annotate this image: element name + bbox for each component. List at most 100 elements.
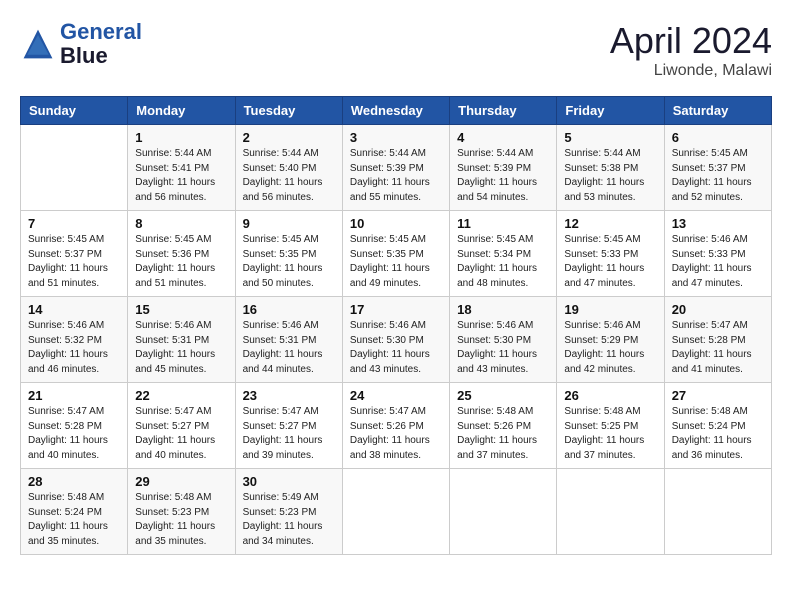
col-header-saturday: Saturday	[664, 97, 771, 125]
day-number: 23	[243, 388, 335, 403]
day-detail: Sunrise: 5:45 AM Sunset: 5:35 PM Dayligh…	[350, 233, 442, 291]
month-title: April 2024	[610, 20, 772, 62]
logo: General Blue	[20, 20, 142, 68]
calendar-cell	[450, 469, 557, 555]
day-number: 24	[350, 388, 442, 403]
calendar-cell	[21, 125, 128, 211]
day-number: 3	[350, 130, 442, 145]
day-detail: Sunrise: 5:47 AM Sunset: 5:26 PM Dayligh…	[350, 405, 442, 463]
calendar-cell: 27 Sunrise: 5:48 AM Sunset: 5:24 PM Dayli…	[664, 383, 771, 469]
week-row-5: 28 Sunrise: 5:48 AM Sunset: 5:24 PM Dayli…	[21, 469, 772, 555]
day-detail: Sunrise: 5:46 AM Sunset: 5:31 PM Dayligh…	[243, 319, 335, 377]
calendar-cell	[342, 469, 449, 555]
day-number: 27	[672, 388, 764, 403]
calendar-header-row: SundayMondayTuesdayWednesdayThursdayFrid…	[21, 97, 772, 125]
calendar-cell: 25Sunrise: 5:48 AM Sunset: 5:26 PM Dayli…	[450, 383, 557, 469]
day-number: 28	[28, 474, 120, 489]
day-number: 19	[564, 302, 656, 317]
logo-icon	[20, 26, 56, 62]
day-detail: Sunrise: 5:48 AM Sunset: 5:24 PM Dayligh…	[28, 491, 120, 549]
calendar-cell	[557, 469, 664, 555]
day-number: 15	[135, 302, 227, 317]
day-detail: Sunrise: 5:46 AM Sunset: 5:30 PM Dayligh…	[350, 319, 442, 377]
calendar-body: 1Sunrise: 5:44 AM Sunset: 5:41 PM Daylig…	[21, 125, 772, 555]
day-detail: Sunrise: 5:48 AM Sunset: 5:25 PM Dayligh…	[564, 405, 656, 463]
calendar-cell	[664, 469, 771, 555]
day-detail: Sunrise: 5:49 AM Sunset: 5:23 PM Dayligh…	[243, 491, 335, 549]
calendar-cell: 8 Sunrise: 5:45 AM Sunset: 5:36 PM Daylig…	[128, 211, 235, 297]
day-number: 18	[457, 302, 549, 317]
day-detail: Sunrise: 5:45 AM Sunset: 5:34 PM Dayligh…	[457, 233, 549, 291]
day-detail: Sunrise: 5:45 AM Sunset: 5:37 PM Dayligh…	[672, 147, 764, 205]
col-header-tuesday: Tuesday	[235, 97, 342, 125]
day-detail: Sunrise: 5:48 AM Sunset: 5:26 PM Dayligh…	[457, 405, 549, 463]
day-detail: Sunrise: 5:45 AM Sunset: 5:33 PM Dayligh…	[564, 233, 656, 291]
day-detail: Sunrise: 5:45 AM Sunset: 5:35 PM Dayligh…	[243, 233, 335, 291]
day-detail: Sunrise: 5:46 AM Sunset: 5:31 PM Dayligh…	[135, 319, 227, 377]
day-detail: Sunrise: 5:44 AM Sunset: 5:39 PM Dayligh…	[457, 147, 549, 205]
day-detail: Sunrise: 5:44 AM Sunset: 5:40 PM Dayligh…	[243, 147, 335, 205]
calendar-cell: 19 Sunrise: 5:46 AM Sunset: 5:29 PM Dayli…	[557, 297, 664, 383]
calendar-cell: 20 Sunrise: 5:47 AM Sunset: 5:28 PM Dayli…	[664, 297, 771, 383]
day-detail: Sunrise: 5:45 AM Sunset: 5:36 PM Dayligh…	[135, 233, 227, 291]
col-header-thursday: Thursday	[450, 97, 557, 125]
day-number: 7	[28, 216, 120, 231]
day-detail: Sunrise: 5:47 AM Sunset: 5:27 PM Dayligh…	[135, 405, 227, 463]
day-number: 9	[243, 216, 335, 231]
day-number: 17	[350, 302, 442, 317]
calendar-cell: 12 Sunrise: 5:45 AM Sunset: 5:33 PM Dayli…	[557, 211, 664, 297]
col-header-monday: Monday	[128, 97, 235, 125]
calendar-cell: 14Sunrise: 5:46 AM Sunset: 5:32 PM Dayli…	[21, 297, 128, 383]
day-detail: Sunrise: 5:47 AM Sunset: 5:28 PM Dayligh…	[672, 319, 764, 377]
day-number: 8	[135, 216, 227, 231]
calendar-cell: 1Sunrise: 5:44 AM Sunset: 5:41 PM Daylig…	[128, 125, 235, 211]
location-subtitle: Liwonde, Malawi	[610, 62, 772, 80]
day-detail: Sunrise: 5:45 AM Sunset: 5:37 PM Dayligh…	[28, 233, 120, 291]
day-number: 6	[672, 130, 764, 145]
calendar-cell: 4Sunrise: 5:44 AM Sunset: 5:39 PM Daylig…	[450, 125, 557, 211]
calendar-cell: 22 Sunrise: 5:47 AM Sunset: 5:27 PM Dayli…	[128, 383, 235, 469]
calendar-cell: 30 Sunrise: 5:49 AM Sunset: 5:23 PM Dayli…	[235, 469, 342, 555]
calendar-cell: 29 Sunrise: 5:48 AM Sunset: 5:23 PM Dayli…	[128, 469, 235, 555]
day-detail: Sunrise: 5:48 AM Sunset: 5:23 PM Dayligh…	[135, 491, 227, 549]
day-number: 30	[243, 474, 335, 489]
calendar-cell: 3 Sunrise: 5:44 AM Sunset: 5:39 PM Daylig…	[342, 125, 449, 211]
day-detail: Sunrise: 5:48 AM Sunset: 5:24 PM Dayligh…	[672, 405, 764, 463]
calendar-cell: 26 Sunrise: 5:48 AM Sunset: 5:25 PM Dayli…	[557, 383, 664, 469]
day-detail: Sunrise: 5:47 AM Sunset: 5:28 PM Dayligh…	[28, 405, 120, 463]
calendar-cell: 17 Sunrise: 5:46 AM Sunset: 5:30 PM Dayli…	[342, 297, 449, 383]
logo-text: General Blue	[60, 20, 142, 68]
week-row-3: 14Sunrise: 5:46 AM Sunset: 5:32 PM Dayli…	[21, 297, 772, 383]
day-number: 22	[135, 388, 227, 403]
day-number: 11	[457, 216, 549, 231]
week-row-2: 7 Sunrise: 5:45 AM Sunset: 5:37 PM Daylig…	[21, 211, 772, 297]
calendar-cell: 18 Sunrise: 5:46 AM Sunset: 5:30 PM Dayli…	[450, 297, 557, 383]
title-block: April 2024 Liwonde, Malawi	[610, 20, 772, 80]
day-number: 26	[564, 388, 656, 403]
calendar-cell: 6 Sunrise: 5:45 AM Sunset: 5:37 PM Daylig…	[664, 125, 771, 211]
day-detail: Sunrise: 5:44 AM Sunset: 5:39 PM Dayligh…	[350, 147, 442, 205]
day-number: 16	[243, 302, 335, 317]
day-number: 20	[672, 302, 764, 317]
calendar-cell: 15 Sunrise: 5:46 AM Sunset: 5:31 PM Dayli…	[128, 297, 235, 383]
day-detail: Sunrise: 5:46 AM Sunset: 5:30 PM Dayligh…	[457, 319, 549, 377]
calendar-cell: 21 Sunrise: 5:47 AM Sunset: 5:28 PM Dayli…	[21, 383, 128, 469]
day-number: 29	[135, 474, 227, 489]
day-detail: Sunrise: 5:46 AM Sunset: 5:29 PM Dayligh…	[564, 319, 656, 377]
day-detail: Sunrise: 5:46 AM Sunset: 5:33 PM Dayligh…	[672, 233, 764, 291]
page-header: General Blue April 2024 Liwonde, Malawi	[20, 20, 772, 80]
calendar-cell: 9 Sunrise: 5:45 AM Sunset: 5:35 PM Daylig…	[235, 211, 342, 297]
calendar-cell: 23Sunrise: 5:47 AM Sunset: 5:27 PM Dayli…	[235, 383, 342, 469]
day-number: 2	[243, 130, 335, 145]
calendar-cell: 11 Sunrise: 5:45 AM Sunset: 5:34 PM Dayli…	[450, 211, 557, 297]
day-number: 5	[564, 130, 656, 145]
calendar-cell: 10Sunrise: 5:45 AM Sunset: 5:35 PM Dayli…	[342, 211, 449, 297]
day-number: 12	[564, 216, 656, 231]
calendar-cell: 2 Sunrise: 5:44 AM Sunset: 5:40 PM Daylig…	[235, 125, 342, 211]
calendar-cell: 5Sunrise: 5:44 AM Sunset: 5:38 PM Daylig…	[557, 125, 664, 211]
col-header-friday: Friday	[557, 97, 664, 125]
day-detail: Sunrise: 5:44 AM Sunset: 5:41 PM Dayligh…	[135, 147, 227, 205]
week-row-1: 1Sunrise: 5:44 AM Sunset: 5:41 PM Daylig…	[21, 125, 772, 211]
day-number: 21	[28, 388, 120, 403]
day-number: 14	[28, 302, 120, 317]
